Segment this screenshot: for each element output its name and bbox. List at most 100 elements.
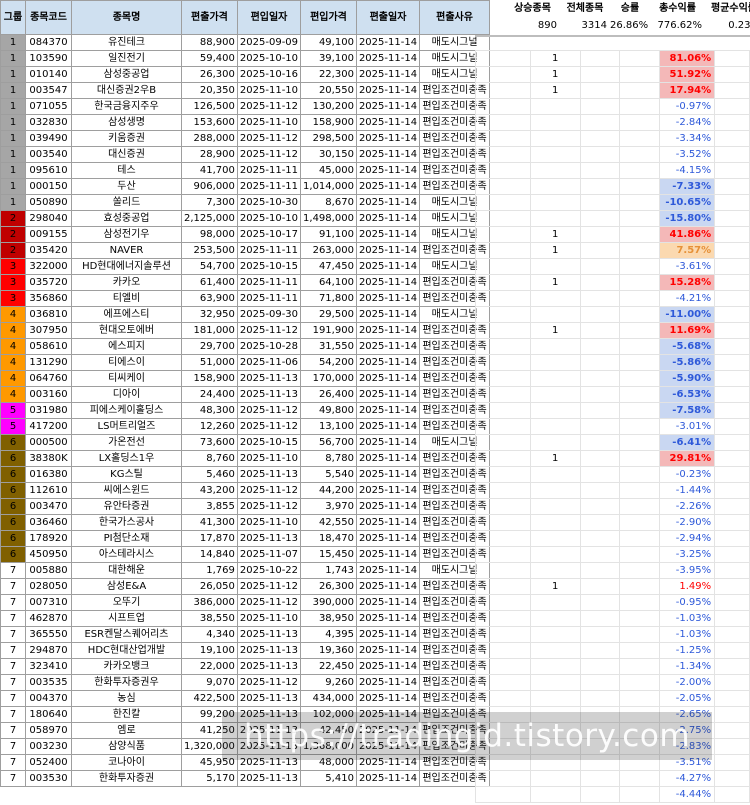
cell-return[interactable]: -15.80% xyxy=(659,210,716,227)
cell-in-price[interactable]: 18,470 xyxy=(300,530,357,547)
cell-return[interactable]: 1.49% xyxy=(659,578,716,595)
table-row[interactable]: 7 323410 카카오뱅크 22,000 2025-11-13 22,450 2025-1… xyxy=(0,658,491,675)
cell-code[interactable]: 004370 xyxy=(25,690,72,707)
table-row[interactable]: 6 178920 PI첨단소재 17,870 2025-11-13 18,470 2025-… xyxy=(0,530,491,547)
cell-out-date[interactable]: 2025-11-14 xyxy=(355,674,421,691)
cell-return[interactable]: 15.28% xyxy=(659,274,716,291)
cell-return[interactable]: -1.44% xyxy=(659,482,716,499)
return-blank[interactable] xyxy=(579,418,621,435)
table-row[interactable]: 4 058610 에스피지 29,700 2025-10-28 31,550 2025-11… xyxy=(0,338,491,355)
return-blank[interactable] xyxy=(714,290,750,307)
cell-out-date[interactable]: 2025-11-14 xyxy=(355,690,421,707)
cell-code[interactable]: 009155 xyxy=(25,226,72,243)
cell-return[interactable]: -2.05% xyxy=(659,690,716,707)
table-row[interactable]: 6 016380 KG스틸 5,460 2025-11-13 5,540 2025-11-1… xyxy=(0,466,491,483)
cell-out-date[interactable]: 2025-11-14 xyxy=(355,66,421,83)
cell-name[interactable]: 카카오 xyxy=(71,274,182,291)
cell-code[interactable]: 035720 xyxy=(25,274,72,291)
return-blank[interactable] xyxy=(619,498,661,515)
cell-group[interactable]: 1 xyxy=(0,194,26,211)
cell-name[interactable]: 쏠리드 xyxy=(71,194,182,211)
return-blank[interactable] xyxy=(619,322,661,339)
return-blank[interactable] xyxy=(579,322,621,339)
return-blank[interactable] xyxy=(714,770,750,787)
cell-in-date[interactable]: 2025-11-12 xyxy=(236,98,302,115)
cell-rising-count[interactable] xyxy=(529,498,581,515)
cell-out-date[interactable]: 2025-11-14 xyxy=(355,594,421,611)
cell-in-price[interactable]: 26,300 xyxy=(300,578,357,595)
cell-out-date[interactable]: 2025-11-14 xyxy=(355,34,421,51)
return-blank[interactable] xyxy=(714,258,750,275)
return-blank[interactable] xyxy=(619,578,661,595)
cell-in-date[interactable]: 2025-11-13 xyxy=(236,370,302,387)
cell-out-price[interactable]: 98,000 xyxy=(181,226,238,243)
cell-return[interactable]: -5.90% xyxy=(659,370,716,387)
return-blank[interactable] xyxy=(579,402,621,419)
cell-rising-count[interactable] xyxy=(529,530,581,547)
return-blank[interactable] xyxy=(475,578,531,595)
return-blank[interactable] xyxy=(619,450,661,467)
cell-code[interactable]: 071055 xyxy=(25,98,72,115)
cell-name[interactable]: 대신증권2우B xyxy=(71,82,182,99)
table-row[interactable]: 2 009155 삼성전기우 98,000 2025-10-17 91,100 2025-1… xyxy=(0,226,491,243)
return-blank[interactable] xyxy=(475,498,531,515)
cell-name[interactable]: 티엘비 xyxy=(71,290,182,307)
cell-out-price[interactable]: 26,050 xyxy=(181,578,238,595)
cell-return[interactable]: 51.92% xyxy=(659,66,716,83)
cell-in-price[interactable]: 22,450 xyxy=(300,658,357,675)
return-blank[interactable] xyxy=(579,130,621,147)
cell-out-price[interactable]: 19,100 xyxy=(181,642,238,659)
header-out-price[interactable]: 편출가격 xyxy=(181,0,238,35)
cell-in-price[interactable]: 42,550 xyxy=(300,514,357,531)
cell-group[interactable]: 2 xyxy=(0,210,26,227)
cell-in-price[interactable]: 49,100 xyxy=(300,34,357,51)
cell-out-price[interactable]: 32,950 xyxy=(181,306,238,323)
cell-out-date[interactable]: 2025-11-14 xyxy=(355,322,421,339)
return-blank[interactable] xyxy=(714,50,750,67)
cell-in-date[interactable]: 2025-11-13 xyxy=(236,690,302,707)
return-blank[interactable] xyxy=(579,690,621,707)
cell-group[interactable]: 7 xyxy=(0,690,26,707)
cell-in-price[interactable]: 191,900 xyxy=(300,322,357,339)
cell-in-date[interactable]: 2025-11-13 xyxy=(236,386,302,403)
cell-in-price[interactable]: 56,700 xyxy=(300,434,357,451)
table-row[interactable]: 4 064760 티씨케이 158,900 2025-11-13 170,000 2025-… xyxy=(0,370,491,387)
cell-code[interactable]: 112610 xyxy=(25,482,72,499)
return-blank[interactable] xyxy=(714,530,750,547)
cell-code[interactable]: 036810 xyxy=(25,306,72,323)
cell-in-date[interactable]: 2025-11-07 xyxy=(236,546,302,563)
return-blank[interactable] xyxy=(619,546,661,563)
cell-rising-count[interactable] xyxy=(529,146,581,163)
cell-group[interactable]: 7 xyxy=(0,706,26,723)
cell-out-price[interactable]: 4,340 xyxy=(181,626,238,643)
cell-in-price[interactable]: 298,500 xyxy=(300,130,357,147)
cell-rising-count[interactable] xyxy=(529,354,581,371)
cell-out-price[interactable]: 158,900 xyxy=(181,370,238,387)
table-row[interactable]: 4 307950 현대오토에버 181,000 2025-11-12 191,900 202… xyxy=(0,322,491,339)
cell-rising-count[interactable] xyxy=(529,98,581,115)
return-blank[interactable] xyxy=(475,98,531,115)
table-row[interactable]: 7 004370 농심 422,500 2025-11-13 434,000 2025-11… xyxy=(0,690,491,707)
cell-rising-count[interactable] xyxy=(529,482,581,499)
cell-in-date[interactable]: 2025-11-11 xyxy=(236,242,302,259)
cell-code[interactable]: 180640 xyxy=(25,706,72,723)
cell-out-price[interactable]: 88,900 xyxy=(181,34,238,51)
cell-out-date[interactable]: 2025-11-14 xyxy=(355,146,421,163)
table-row[interactable]: 3 322000 HD현대에너지솔루션 54,700 2025-10-15 47,450 2… xyxy=(0,258,491,275)
cell-name[interactable]: 삼성전기우 xyxy=(71,226,182,243)
cell-out-price[interactable]: 48,300 xyxy=(181,402,238,419)
cell-out-date[interactable]: 2025-11-14 xyxy=(355,242,421,259)
return-blank[interactable] xyxy=(579,194,621,211)
return-blank[interactable] xyxy=(714,402,750,419)
cell-group[interactable]: 7 xyxy=(0,674,26,691)
cell-name[interactable]: 효성중공업 xyxy=(71,210,182,227)
cell-out-price[interactable]: 73,600 xyxy=(181,434,238,451)
cell-return[interactable]: -2.84% xyxy=(659,114,716,131)
cell-out-date[interactable]: 2025-11-14 xyxy=(355,434,421,451)
cell-in-date[interactable]: 2025-11-13 xyxy=(236,626,302,643)
stats-value-total[interactable]: 3314 xyxy=(560,18,610,34)
cell-out-price[interactable]: 12,260 xyxy=(181,418,238,435)
return-blank[interactable] xyxy=(475,434,531,451)
cell-rising-count[interactable] xyxy=(529,178,581,195)
cell-name[interactable]: 시프트업 xyxy=(71,610,182,627)
